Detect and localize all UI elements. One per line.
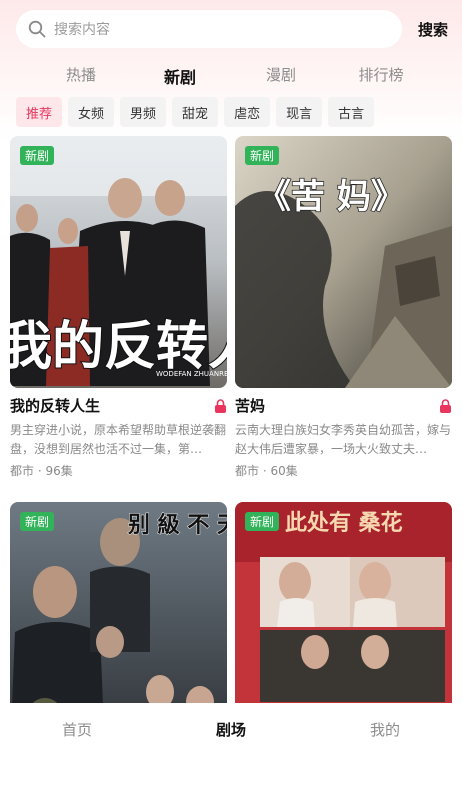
drama-poster[interactable]: 《苦 妈》 新剧 [235, 136, 452, 388]
bottom-navigation: 首页 剧场 我的 [0, 703, 462, 792]
new-badge: 新剧 [20, 146, 55, 165]
tab-ranking[interactable]: 排行榜 [358, 64, 403, 85]
poster-image: 《苦 妈》 [235, 136, 452, 388]
chip-angst[interactable]: 虐恋 [224, 97, 271, 127]
chip-male[interactable]: 男频 [120, 97, 167, 127]
tab-anime[interactable]: 漫剧 [266, 64, 296, 85]
drama-card[interactable]: 我的反转人 WODEFAN ZHUANRENSH 新剧 我的反转人生 男主穿进小… [10, 136, 227, 479]
chip-female[interactable]: 女频 [68, 97, 115, 127]
poster-title-text: 别 級 不 天 好 惹 [127, 512, 227, 538]
nav-home[interactable]: 首页 [62, 719, 92, 740]
nav-profile[interactable]: 我的 [370, 719, 400, 740]
chip-recommend[interactable]: 推荐 [16, 97, 63, 127]
search-icon [28, 20, 46, 38]
chip-sweet[interactable]: 甜宠 [172, 97, 219, 127]
poster-title-text: 《苦 妈》 [257, 177, 405, 217]
new-badge: 新剧 [20, 512, 55, 531]
drama-meta: 都市 · 60集 [235, 464, 298, 478]
lock-icon [440, 398, 451, 413]
filter-chips: 推荐 女频 男频 甜宠 虐恋 现言 古言 [16, 97, 375, 127]
drama-description: 云南大理白族妇女李秀英自幼孤苦，嫁与赵大伟后遭家暴，一场大火致丈夫… [235, 423, 452, 456]
nav-theater[interactable]: 剧场 [216, 719, 246, 740]
tab-hot[interactable]: 热播 [66, 64, 96, 85]
poster-subtitle-text: WODEFAN ZHUANRENSH [156, 370, 227, 378]
drama-meta: 都市 · 96集 [10, 464, 73, 478]
poster-image: 我的反转人 WODEFAN ZHUANRENSH [10, 136, 227, 388]
search-placeholder: 搜索内容 [54, 22, 110, 38]
category-tabs: 热播 新剧 漫剧 排行榜 [0, 64, 462, 90]
poster-title-text: 此处有 桑花 [285, 510, 403, 536]
lock-icon [215, 398, 226, 413]
tab-new[interactable]: 新剧 [164, 64, 196, 88]
search-input[interactable]: 搜索内容 [16, 10, 402, 48]
search-button[interactable]: 搜索 [418, 19, 448, 40]
drama-title: 苦妈 [235, 397, 266, 415]
new-badge: 新剧 [245, 512, 280, 531]
drama-card[interactable]: 《苦 妈》 新剧 苦妈 云南大理白族妇女李秀英自幼孤苦，嫁与赵大伟后遭家暴，一场… [235, 136, 452, 479]
drama-title: 我的反转人生 [10, 397, 101, 415]
search-bar: 搜索内容 搜索 [16, 10, 448, 48]
poster-title-text: 我的反转人 [10, 317, 227, 377]
new-badge: 新剧 [245, 146, 280, 165]
drama-poster[interactable]: 我的反转人 WODEFAN ZHUANRENSH 新剧 [10, 136, 227, 388]
chip-modern[interactable]: 现言 [276, 97, 323, 127]
chip-ancient[interactable]: 古言 [328, 97, 375, 127]
drama-description: 男主穿进小说，原本希望帮助草根逆袭翻盘，没想到居然也活不过一集，第… [10, 423, 227, 456]
